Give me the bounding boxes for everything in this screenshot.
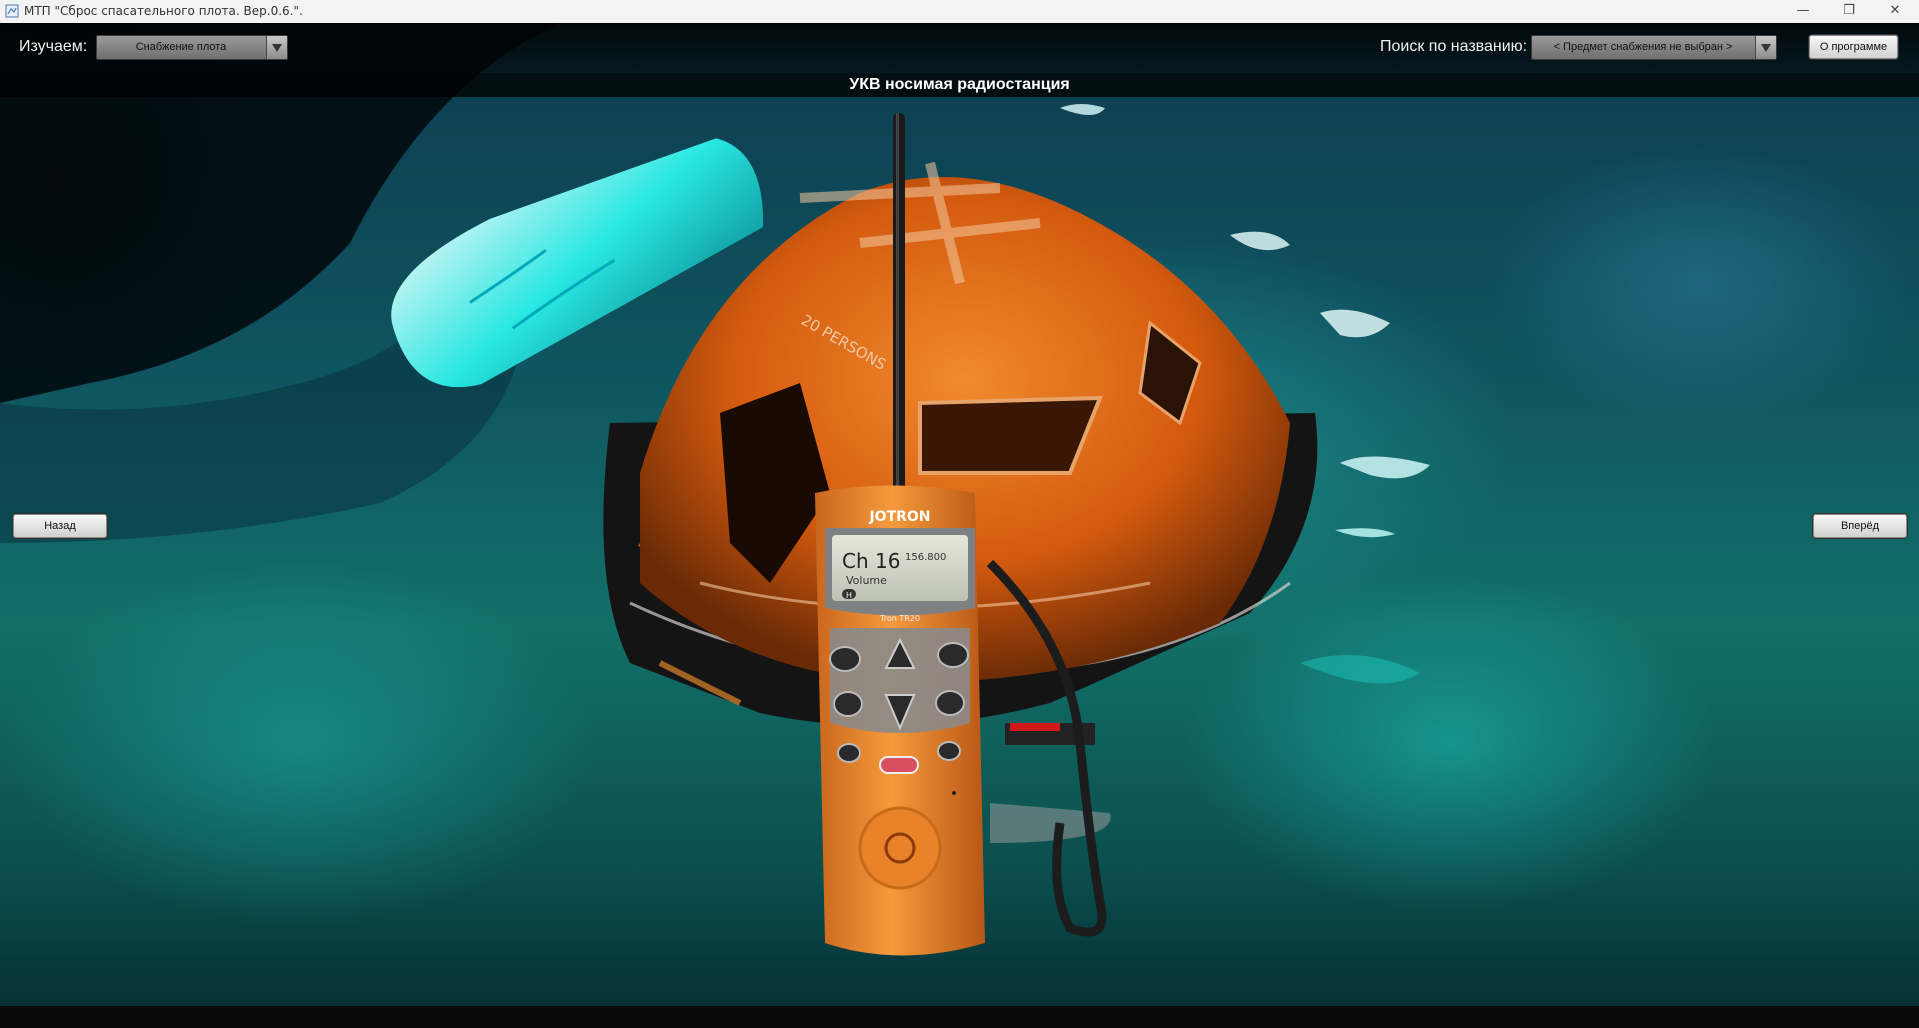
chevron-down-icon[interactable]: [266, 36, 287, 59]
scene-illustration: 20 PERSONS JOTRON Ch 16 156.800 Volume H…: [0, 23, 1430, 956]
search-select[interactable]: < Предмет снабжения не выбран >: [1531, 35, 1777, 60]
chevron-down-icon[interactable]: [1755, 36, 1776, 59]
radio-model: Tron TR20: [879, 614, 920, 623]
maximize-button[interactable]: ❐: [1826, 0, 1872, 23]
radio-channel: Ch 16: [842, 549, 900, 573]
top-toolbar: Изучаем: Снабжение плота Поиск по назван…: [0, 23, 1919, 73]
window-title-bar: МТП "Сброс спасательного плота. Вер.0.6.…: [0, 0, 1919, 24]
close-button[interactable]: ✕: [1872, 0, 1918, 23]
app-icon: [5, 4, 19, 18]
bottom-bar: [0, 1006, 1919, 1028]
radio-softkey: H: [846, 591, 852, 600]
about-button[interactable]: О программе: [1808, 34, 1899, 60]
radio-brand: JOTRON: [868, 509, 930, 525]
item-title-bar: УКВ носимая радиостанция: [0, 73, 1919, 97]
search-select-value: < Предмет снабжения не выбран >: [1553, 41, 1733, 53]
radio-menu: Volume: [846, 574, 887, 587]
handheld-radio: JOTRON Ch 16 156.800 Volume H Tron TR20: [815, 485, 985, 956]
back-button[interactable]: Назад: [12, 513, 108, 539]
radio-frequency: 156.800: [905, 552, 946, 563]
window-title: МТП "Сброс спасательного плота. Вер.0.6.…: [24, 4, 303, 18]
study-select[interactable]: Снабжение плота: [96, 35, 288, 60]
forward-button[interactable]: Вперёд: [1812, 513, 1908, 539]
minimize-button[interactable]: —: [1780, 0, 1826, 23]
study-select-value: Снабжение плота: [135, 41, 227, 53]
search-label: Поиск по названию:: [1380, 38, 1528, 55]
study-label: Изучаем:: [19, 38, 88, 55]
3d-viewport[interactable]: 20 PERSONS JOTRON Ch 16 156.800 Volume H…: [0, 23, 1919, 1028]
item-title: УКВ носимая радиостанция: [849, 76, 1070, 93]
